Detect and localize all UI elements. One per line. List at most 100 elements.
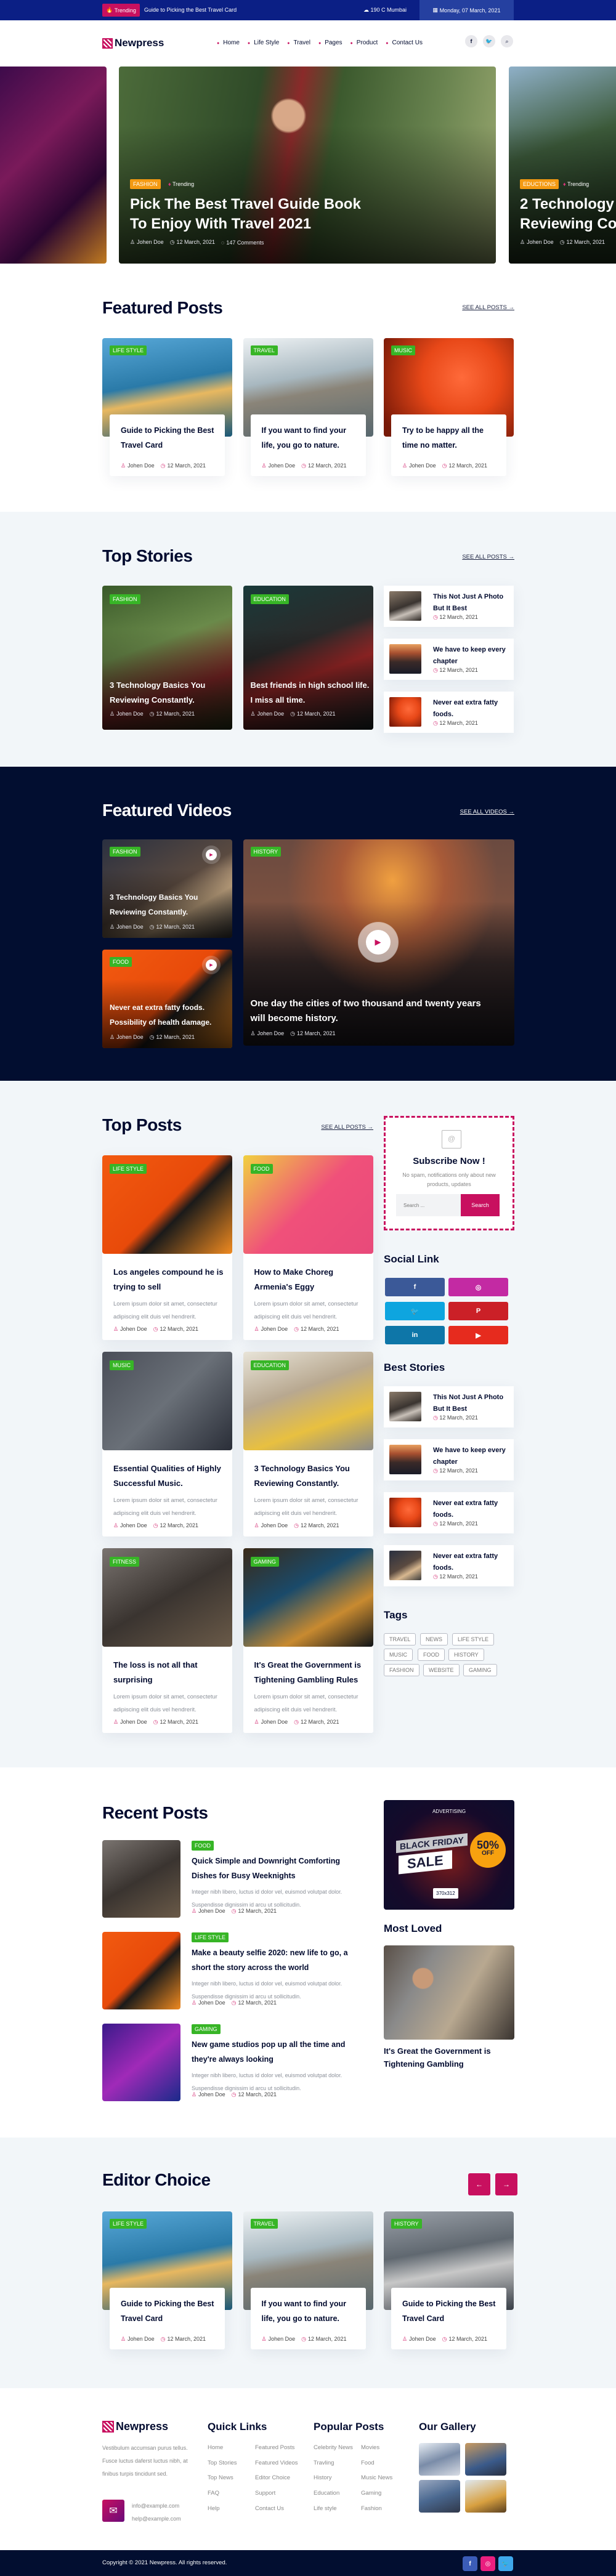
tag-chip[interactable]: FASHION (384, 1664, 419, 1676)
post-title[interactable]: The loss is not all that surprising (113, 1658, 224, 1687)
email-1[interactable]: info@example.com (132, 2503, 179, 2509)
category-tag[interactable]: FASHION (130, 179, 161, 189)
gallery-image[interactable] (465, 2443, 506, 2476)
search-icon[interactable]: ⌕ (501, 35, 513, 47)
story-thumbnail[interactable] (389, 697, 421, 727)
category-tag[interactable]: FOOD (192, 1841, 214, 1851)
tag-chip[interactable]: LIFE STYLE (452, 1633, 495, 1645)
tag-chip[interactable]: NEWS (420, 1633, 448, 1645)
play-button[interactable]: ▶ (365, 930, 391, 955)
footer-link[interactable]: Travling (314, 2460, 334, 2466)
category-tag[interactable]: EDUCATION (250, 1360, 289, 1370)
footer-link[interactable]: Food (361, 2460, 375, 2466)
story-thumbnail[interactable] (389, 1551, 421, 1580)
video-card-large[interactable]: HISTORY ▶ One day the cities of two thousa… (243, 839, 514, 1046)
footer-link[interactable]: Fashion (361, 2505, 382, 2512)
author[interactable]: ♙ Johen Doe (402, 2336, 436, 2343)
video-title[interactable]: 3 Technology Basics You Reviewing Consta… (110, 890, 232, 919)
trending-badge[interactable]: 🔥 Trending (102, 4, 140, 17)
instagram-button[interactable]: ◎ (448, 1278, 508, 1296)
side-story[interactable]: We have to keep every chapter ◷ 12 March,… (384, 1439, 514, 1480)
side-story[interactable]: This Not Just A Photo But It Best ◷ 12 Ma… (384, 1386, 514, 1427)
post-title[interactable]: Quick Simple and Downright Comforting Di… (192, 1854, 358, 1883)
post-title[interactable]: Guide to Picking the Best Travel Card (121, 423, 216, 453)
author[interactable]: ♙ Johen Doe (254, 1326, 288, 1333)
category-tag[interactable]: GAMING (250, 1557, 280, 1567)
author[interactable]: ♙ Johen Doe (113, 1326, 147, 1333)
post-title[interactable]: How to Make Choreg Armenia's Eggy (254, 1265, 365, 1294)
side-story[interactable]: Never eat extra fatty foods. ◷ 12 March, … (384, 1545, 514, 1586)
author[interactable]: ♙ Johen Doe (110, 1034, 144, 1041)
footer-link[interactable]: Top News (208, 2474, 233, 2481)
category-tag[interactable]: LIFE STYLE (110, 2219, 147, 2229)
post-title[interactable]: Los angeles compound he is trying to sel… (113, 1265, 224, 1294)
author[interactable]: ♙ Johen Doe (254, 1719, 288, 1726)
post-card[interactable]: FOOD How to Make Choreg Armenia's Eggy Lor… (243, 1155, 373, 1340)
story-title[interactable]: We have to keep every chapter (433, 644, 510, 668)
post-card[interactable]: HISTORY Guide to Picking the Best Travel … (384, 2211, 514, 2359)
footer-link[interactable]: History (314, 2474, 332, 2481)
category-tag[interactable]: FITNESS (110, 1557, 140, 1567)
twitter-icon[interactable]: 🐦 (498, 2556, 513, 2571)
author[interactable]: ♙ Johen Doe (121, 2336, 155, 2343)
author[interactable]: ♙ Johen Doe (110, 711, 144, 717)
footer-link[interactable]: Movies (361, 2444, 379, 2451)
story-title[interactable]: Best friends in high school life. I miss… (251, 678, 371, 708)
post-card[interactable]: LIFE STYLE Guide to Picking the Best Trav… (102, 338, 232, 486)
pinterest-button[interactable]: P (448, 1302, 508, 1320)
story-title[interactable]: Never eat extra fatty foods. (433, 1498, 510, 1521)
play-button[interactable]: ▶ (206, 849, 217, 860)
story-thumbnail[interactable] (389, 1445, 421, 1474)
story-card[interactable]: FASHION 3 Technology Basics You Reviewing… (102, 586, 232, 730)
category-tag[interactable]: TRAVEL (250, 345, 278, 355)
author[interactable]: ♙ Johen Doe (262, 462, 296, 469)
nav-item[interactable]: ● Pages (318, 39, 342, 46)
linkedin-button[interactable]: in (385, 1326, 445, 1344)
see-all-posts-link[interactable]: SEE ALL POSTS → (462, 304, 514, 311)
author[interactable]: ♙ Johen Doe (110, 924, 144, 931)
category-tag[interactable]: FASHION (110, 847, 140, 857)
category-tag[interactable]: HISTORY (391, 2219, 422, 2229)
footer-link[interactable]: Help (208, 2505, 220, 2512)
play-button[interactable]: ▶ (206, 959, 217, 971)
hero-slide-main[interactable]: FASHION ♦ Trending Pick The Best Travel … (119, 67, 496, 264)
footer-link[interactable]: Featured Videos (255, 2460, 298, 2466)
recent-post[interactable]: FOOD Quick Simple and Downright Comfortin… (102, 1840, 367, 1918)
author[interactable]: ♙ Johen Doe (113, 1522, 147, 1529)
footer-link[interactable]: Celebrity News (314, 2444, 353, 2451)
tag-chip[interactable]: HISTORY (448, 1649, 484, 1661)
video-title[interactable]: One day the cities of two thousand and t… (251, 996, 485, 1026)
author[interactable]: ♙ Johen Doe (113, 1719, 147, 1726)
see-all-posts-link[interactable]: SEE ALL POSTS → (321, 1124, 373, 1131)
author[interactable]: ♙ Johen Doe (192, 2000, 225, 2006)
post-card[interactable]: GAMING It's Great the Government is Tight… (243, 1548, 373, 1733)
footer-link[interactable]: Music News (361, 2474, 392, 2481)
category-tag[interactable]: LIFE STYLE (110, 1164, 147, 1174)
recent-post[interactable]: GAMING New game studios pop up all the ti… (102, 2024, 367, 2101)
post-card[interactable]: MUSIC Try to be happy all the time no mat… (384, 338, 514, 486)
post-title[interactable]: New game studios pop up all the time and… (192, 2037, 358, 2067)
hero-title[interactable]: Pick The Best Travel Guide Book To Enjoy… (130, 195, 364, 234)
subscribe-input[interactable] (396, 1194, 461, 1216)
story-thumbnail[interactable] (389, 1392, 421, 1421)
post-card[interactable]: MUSIC Essential Qualities of Highly Succe… (102, 1352, 232, 1536)
post-title[interactable]: Guide to Picking the Best Travel Card (121, 2296, 216, 2326)
side-story[interactable]: Never eat extra fatty foods. ◷ 12 March, … (384, 692, 514, 733)
post-card[interactable]: TRAVEL If you want to find your life, you… (243, 338, 373, 486)
category-tag[interactable]: HISTORY (250, 847, 282, 857)
author[interactable]: ♙ Johen Doe (402, 462, 436, 469)
category-tag[interactable]: MUSIC (110, 1360, 134, 1370)
video-card[interactable]: FOOD ▶ Never eat extra fatty foods. Possib… (102, 950, 232, 1048)
instagram-icon[interactable]: ◎ (480, 2556, 495, 2571)
recent-post[interactable]: LIFE STYLE Make a beauty selfie 2020: new… (102, 1932, 367, 2009)
story-title[interactable]: 3 Technology Basics You Reviewing Consta… (110, 678, 230, 708)
footer-link[interactable]: Life style (314, 2505, 337, 2512)
side-story[interactable]: Never eat extra fatty foods. ◷ 12 March, … (384, 1492, 514, 1533)
category-tag[interactable]: FOOD (110, 957, 132, 967)
logo[interactable]: Newpress (102, 37, 164, 49)
nav-item[interactable]: ● Travel (287, 39, 310, 46)
post-title[interactable]: Make a beauty selfie 2020: new life to g… (192, 1945, 358, 1975)
footer-link[interactable]: Home (208, 2444, 223, 2451)
category-tag[interactable]: TRAVEL (250, 2219, 278, 2229)
author[interactable]: ♙ Johen Doe (254, 1522, 288, 1529)
